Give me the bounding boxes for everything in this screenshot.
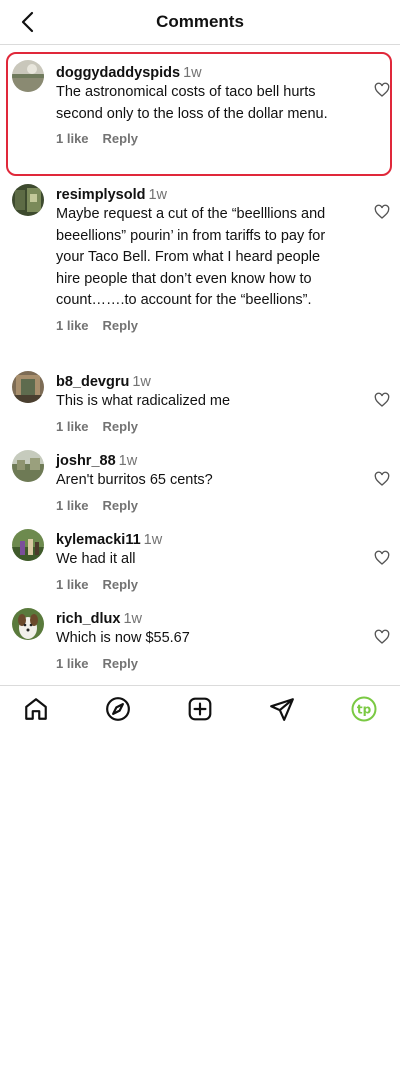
comment-time: 1w [143, 532, 163, 548]
heart-icon[interactable] [374, 550, 390, 566]
heart-icon[interactable] [374, 629, 390, 645]
avatar[interactable] [12, 371, 44, 403]
comment-username[interactable]: resimplysold [56, 187, 145, 203]
nav-direct[interactable] [269, 696, 295, 722]
comment-username[interactable]: b8_devgru [56, 374, 129, 390]
reply-button[interactable]: Reply [103, 498, 138, 513]
reply-button[interactable]: Reply [103, 419, 138, 434]
nav-explore[interactable] [105, 696, 131, 722]
heart-icon[interactable] [374, 204, 390, 220]
comment-text: This is what radicalized me [56, 393, 231, 409]
page-title: Comments [156, 12, 244, 31]
comment-time: 1w [118, 453, 138, 469]
reply-button[interactable]: Reply [103, 131, 138, 146]
comment-text: The astronomical costs of taco bell hurt… [56, 84, 328, 122]
comment-username[interactable]: joshr_88 [56, 453, 116, 469]
heart-icon[interactable] [374, 471, 390, 487]
comment-text: Aren't burritos 65 cents? [56, 472, 213, 488]
comment-time: 1w [183, 65, 202, 81]
like-count[interactable]: 1 like [56, 577, 89, 592]
like-count[interactable]: 1 like [56, 419, 89, 434]
home-icon [25, 698, 47, 720]
profile-icon: tp [351, 696, 377, 722]
comment-username[interactable]: rich_dlux [56, 611, 120, 627]
comment-time: 1w [132, 374, 151, 390]
like-count[interactable]: 1 like [56, 131, 89, 146]
heart-icon[interactable] [374, 82, 390, 98]
avatar[interactable] [12, 608, 44, 640]
comment-time: 1w [148, 187, 167, 203]
reply-button[interactable]: Reply [103, 656, 138, 671]
top-bar: Comments [0, 0, 400, 45]
avatar[interactable] [12, 450, 44, 482]
comment-text: Which is now $55.67 [56, 630, 190, 646]
comment-username[interactable]: doggydaddyspids [56, 65, 180, 81]
profile-initials: tp [357, 703, 372, 717]
reply-button[interactable]: Reply [103, 318, 138, 333]
bottom-nav: tp [0, 685, 400, 732]
heart-icon[interactable] [374, 392, 390, 408]
like-count[interactable]: 1 like [56, 498, 89, 513]
nav-profile[interactable]: tp [351, 696, 377, 722]
nav-home[interactable] [23, 696, 49, 722]
create-icon [188, 697, 212, 721]
avatar[interactable] [12, 529, 44, 561]
nav-create[interactable] [187, 696, 213, 722]
comment-text: We had it all [56, 551, 136, 567]
comment-text: Maybe request a cut of the “beelllions a… [56, 206, 326, 308]
like-count[interactable]: 1 like [56, 318, 89, 333]
direct-icon [270, 698, 294, 721]
like-count[interactable]: 1 like [56, 656, 89, 671]
reply-button[interactable]: Reply [103, 577, 138, 592]
comment-time: 1w [123, 611, 143, 627]
avatar[interactable] [12, 60, 44, 92]
explore-icon [106, 697, 130, 721]
avatar[interactable] [12, 184, 44, 216]
comment-username[interactable]: kylemacki11 [56, 532, 141, 548]
